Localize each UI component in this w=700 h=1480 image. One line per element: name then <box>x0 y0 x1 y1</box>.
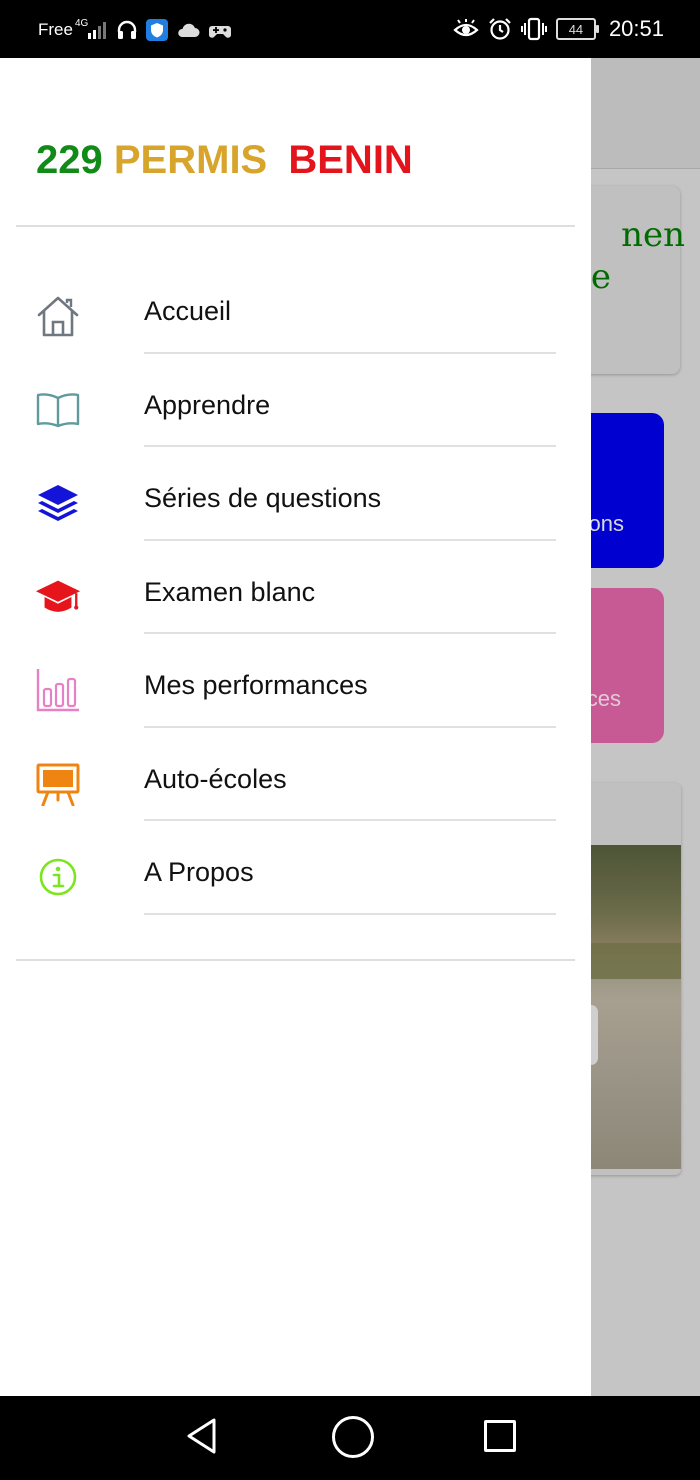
menu-item-label: Auto-écoles <box>144 763 287 794</box>
drawer-footer-divider <box>16 959 575 961</box>
battery-icon: 44 <box>555 18 599 40</box>
graduation-cap-icon <box>34 573 82 621</box>
menu-item-label: Apprendre <box>144 389 271 420</box>
drawer-menu: Accueil Apprendre Séries de questions Ex… <box>0 260 591 915</box>
drawer-header-divider <box>16 225 575 227</box>
menu-item-auto-ecoles[interactable]: Auto-écoles <box>0 728 591 821</box>
brand-part-permis: PERMIS <box>113 138 268 182</box>
headset-icon <box>118 20 137 39</box>
menu-item-label: Accueil <box>144 296 232 326</box>
vibrate-icon <box>520 17 547 41</box>
menu-item-apprendre[interactable]: Apprendre <box>0 354 591 447</box>
system-navigation-bar <box>0 1396 700 1480</box>
info-icon <box>34 853 82 901</box>
background-card-performances-label: ces <box>586 686 621 711</box>
book-icon <box>34 386 82 434</box>
game-controller-icon <box>209 26 232 38</box>
menu-item-accueil[interactable]: Accueil <box>0 260 591 354</box>
layers-icon <box>34 479 82 527</box>
signal-icon <box>88 22 107 39</box>
background-card-questions-label: ons <box>588 511 624 536</box>
menu-item-label: Examen blanc <box>144 576 316 607</box>
home-button-icon[interactable] <box>332 1416 374 1458</box>
network-type-label: 4G <box>74 17 89 29</box>
clock: 20:51 <box>608 16 664 41</box>
home-icon <box>34 292 82 340</box>
eye-comfort-icon <box>453 19 479 37</box>
battery-level: 44 <box>568 21 584 37</box>
recent-apps-icon[interactable] <box>484 1420 516 1452</box>
menu-item-label: Séries de questions <box>144 483 382 513</box>
status-right: 44 20:51 <box>453 14 664 44</box>
brand-part-benin: BENIN <box>288 138 413 182</box>
back-icon[interactable] <box>184 1416 224 1456</box>
menu-item-series-de-questions[interactable]: Séries de questions <box>0 447 591 541</box>
status-left: Free 4G <box>38 16 232 44</box>
menu-item-mes-performances[interactable]: Mes performances <box>0 634 591 728</box>
carrier-label: Free <box>38 20 73 39</box>
menu-item-label: A Propos <box>144 857 254 887</box>
menu-item-label: Mes performances <box>144 670 368 700</box>
menu-item-divider <box>144 912 556 915</box>
shield-app-icon <box>146 19 169 41</box>
menu-item-a-propos[interactable]: A Propos <box>0 821 591 915</box>
navigation-drawer: 229 PERMIS BENIN Accueil Apprendre Série… <box>0 58 591 1396</box>
background-app-bar <box>590 58 700 169</box>
cloud-icon <box>178 23 200 37</box>
alarm-icon <box>489 18 511 40</box>
app-brand-title: 229 PERMIS BENIN <box>36 138 413 183</box>
bar-chart-icon <box>34 666 82 714</box>
menu-item-examen-blanc[interactable]: Examen blanc <box>0 541 591 634</box>
brand-part-229: 229 <box>36 138 103 182</box>
easel-icon <box>34 760 82 808</box>
status-bar: Free 4G 44 20:51 <box>0 0 700 58</box>
